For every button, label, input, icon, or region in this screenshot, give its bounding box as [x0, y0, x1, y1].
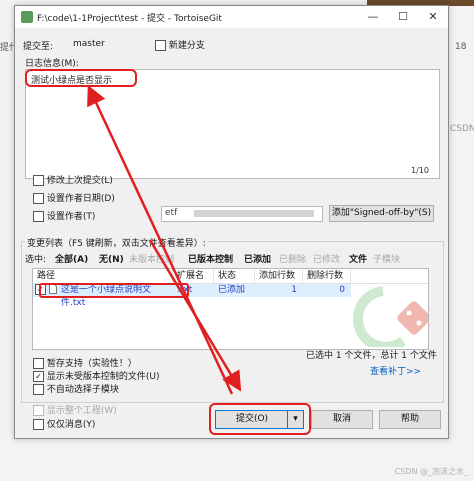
- arrow-to-message: [87, 84, 234, 395]
- annotation-arrows: [87, 84, 242, 395]
- arrow-to-commit: [148, 239, 242, 392]
